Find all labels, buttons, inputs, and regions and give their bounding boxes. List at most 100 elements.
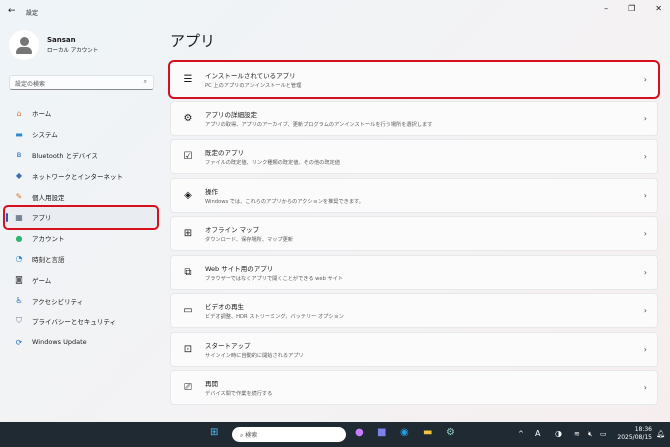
sidebar-item-apps[interactable]: ▦ アプリ [3,205,159,230]
taskbar-search-placeholder: 検索 [245,432,258,439]
globe-clock-icon: ◔ [15,254,23,264]
card-subtitle: ブラウザーではなくアプリで開くことができる web サイト [205,275,344,282]
card-resume[interactable]: ⎚ 再開 デバイス間で作業を続行する › [170,370,658,405]
chevron-right-icon: › [643,344,647,354]
brush-icon: ✎ [15,192,23,202]
sidebar-item-shield[interactable]: ⛉ プライバシーとセキュリティ [5,311,157,332]
card-subtitle: ビデオ調整、HDR ストリーミング、バッテリー オプション [205,314,344,320]
sidebar-item-monitor[interactable]: ▬ システム [5,124,157,145]
card-title: 再開 [205,380,218,388]
card-subtitle: サインイン時に自動的に開始されるアプリ [205,352,304,359]
wifi-icon[interactable]: ≋ [574,430,580,438]
teams-icon[interactable]: ■ [377,427,386,438]
ime-mode-icon[interactable]: ◑ [555,429,562,438]
page-title: アプリ [170,32,216,50]
card-title: アプリの詳細設定 [205,110,257,119]
taskbar-search[interactable]: ⌕ 検索 [232,427,346,442]
startup-icon: ⊡ [183,343,193,355]
card-title: 既定のアプリ [205,149,244,157]
home-icon: ⌂ [16,108,22,118]
sidebar-item-update[interactable]: ⟳ Windows Update [5,332,157,353]
clock[interactable]: 18:36 2025/08/15 [617,426,652,442]
card-list[interactable]: ☰ インストールされているアプリ PC 上のアプリのアンインストールと管理 › [168,60,660,99]
sidebar-item-network[interactable]: ◆ ネットワークとインターネット [5,165,157,186]
sidebar-item-accessibility[interactable]: ♿︎ アクセシビリティ [5,290,157,311]
chevron-right-icon: › [643,306,647,315]
chevron-right-icon: › [643,229,647,238]
battery-icon[interactable]: ▭ [600,430,607,438]
copilot-icon[interactable]: ● [355,427,364,438]
window-title: 設定 [26,10,39,17]
card-subtitle: デバイス間で作業を続行する [205,391,273,397]
title-bar: ← 設定 – ❐ ✕ [0,0,670,24]
card-title: Web サイト用のアプリ [205,264,274,273]
user-name: Sansan [47,36,76,44]
card-title: インストールされているアプリ [205,72,296,80]
video-icon: ▭ [183,305,193,316]
shield-icon: ⛉ [16,316,22,326]
volume-muted-icon[interactable]: 🔇︎ [588,430,592,439]
time: 18:36 [634,426,652,433]
notification-bell-icon[interactable]: 🔔︎ [656,430,665,438]
taskbar: ⊞ ⌕ 検索 ● ■ ◉ ▬ ⚙ ^ A ◑ ≋ 🔇︎ ▭ 18:36 2025/… [0,422,670,447]
bluetooth-icon: ʙ [16,150,22,160]
user-profile[interactable]: Sansan ローカル アカウント [9,30,98,60]
account-type: ローカル アカウント [47,48,99,54]
sidebar-item-label: ゲーム [32,276,52,285]
search-icon: ⌕ [143,78,147,85]
chevron-right-icon: › [643,190,647,200]
sidebar-item-person[interactable]: ● アカウント [5,228,157,249]
sidebar-item-label: ネットワークとインターネット [32,172,123,181]
card-title: オフライン マップ [205,226,260,234]
sidebar-item-label: アカウント [32,235,65,244]
back-arrow-icon[interactable]: ← [8,6,16,16]
edge-icon[interactable]: ◉ [400,427,409,438]
chevron-right-icon: › [643,75,647,84]
card-title: 操作 [205,187,218,196]
card-app-settings[interactable]: ⚙ アプリの詳細設定 アプリの取得、アプリのアーカイブ、更新プログラムのアンインスト… [170,100,658,136]
search-placeholder: 設定の検索 [15,81,46,88]
maximize-button[interactable]: ❐ [628,4,635,13]
minimize-button[interactable]: – [604,4,608,13]
settings-search-input[interactable]: 設定の検索 ⌕ [9,75,154,90]
accessibility-icon: ♿︎ [15,296,23,306]
settings-gear-icon[interactable]: ⚙ [446,427,455,438]
sidebar-item-label: アクセシビリティ [32,297,84,306]
gamepad-icon: ◙ [15,275,23,285]
card-subtitle: ファイルの既定値、リンク種類の既定値、その他の既定値 [205,160,340,166]
sidebar-item-globe-clock[interactable]: ◔ 時刻と言語 [5,249,157,270]
card-open-external[interactable]: ⧉ Web サイト用のアプリ ブラウザーではなくアプリで開くことができる web サ… [170,254,658,290]
sidebar-item-brush[interactable]: ✎ 個人用設定 [5,186,157,207]
card-subtitle: Windows では、これらのアプリからのアクションを推奨できます。 [205,198,364,205]
update-icon: ⟳ [15,337,23,347]
actions-icon: ◈ [184,189,192,201]
chevron-up-icon[interactable]: ^ [518,430,524,438]
sidebar-item-label: プライバシーとセキュリティ [32,318,116,327]
card-startup[interactable]: ⊡ スタートアップサインイン時に自動的に開始されるアプリ › [170,331,658,367]
close-button[interactable]: ✕ [655,4,662,13]
ime-indicator[interactable]: A [535,429,540,438]
start-icon[interactable]: ⊞ [210,427,218,438]
card-map[interactable]: ⊞ オフライン マップ ダウンロード、保存場所、マップ更新 › [170,216,658,251]
card-actions[interactable]: ◈ 操作 Windows では、これらのアプリからのアクションを推奨できます。 › [170,177,658,213]
card-default-apps[interactable]: ☑ 既定のアプリ ファイルの既定値、リンク種類の既定値、その他の既定値 › [170,139,658,174]
person-icon: ● [15,233,23,243]
sidebar-item-home[interactable]: ⌂ ホーム [5,103,157,124]
chevron-right-icon: › [643,267,647,277]
sidebar-item-gamepad[interactable]: ◙ ゲーム [5,269,157,290]
card-title: ビデオの再生 [205,303,244,311]
chevron-right-icon: › [643,152,647,161]
map-icon: ⊞ [183,228,193,239]
sidebar-item-label: 個人用設定 [32,193,65,202]
file-explorer-icon[interactable]: ▬ [423,427,432,438]
sidebar-item-label: ホーム [32,110,52,119]
card-video[interactable]: ▭ ビデオの再生ビデオ調整、HDR ストリーミング、バッテリー オプション › [170,293,658,328]
chevron-right-icon: › [643,383,647,392]
app-settings-icon: ⚙ [183,112,193,124]
sidebar-item-label: アプリ [32,214,52,223]
avatar [9,30,39,60]
sidebar-item-bluetooth[interactable]: ʙ Bluetooth とデバイス [5,145,157,166]
card-title: スタートアップ [205,341,251,350]
card-subtitle: PC 上のアプリのアンインストールと管理 [205,83,302,89]
sidebar-item-label: 時刻と言語 [32,255,65,264]
